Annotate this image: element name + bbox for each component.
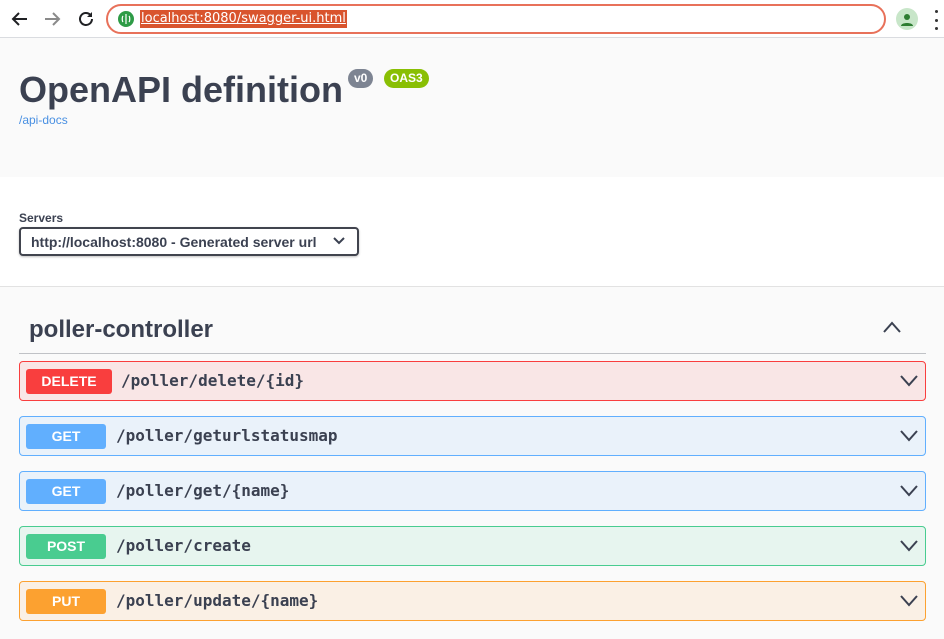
forward-button[interactable] — [40, 7, 64, 31]
chevron-down-icon[interactable] — [899, 429, 919, 443]
chevron-down-icon[interactable] — [899, 539, 919, 553]
operation-put-update[interactable]: PUT /poller/update/{name} — [19, 581, 926, 621]
oas-badge: OAS3 — [384, 69, 429, 88]
chevron-up-icon[interactable] — [882, 320, 902, 334]
server-select-value: http://localhost:8080 - Generated server… — [31, 234, 317, 250]
arrow-left-icon — [11, 12, 27, 26]
chevron-down-icon[interactable] — [899, 594, 919, 608]
site-info-icon[interactable] — [118, 11, 134, 27]
api-info: OpenAPI definition v0 OAS3 /api-docs — [0, 39, 944, 177]
address-bar[interactable]: localhost:8080/swagger-ui.html — [106, 4, 886, 34]
browser-toolbar: localhost:8080/swagger-ui.html — [0, 0, 944, 38]
operation-path: /poller/delete/{id} — [121, 371, 305, 390]
chevron-down-icon[interactable] — [899, 484, 919, 498]
servers-label: Servers — [19, 211, 64, 225]
operation-path: /poller/update/{name} — [116, 591, 319, 610]
method-badge: PUT — [26, 589, 106, 614]
api-docs-link[interactable]: /api-docs — [19, 113, 68, 127]
method-badge: DELETE — [26, 369, 112, 394]
reload-button[interactable] — [74, 7, 98, 31]
version-badge: v0 — [348, 69, 374, 88]
servers-section: Servers http://localhost:8080 - Generate… — [0, 177, 944, 287]
method-badge: POST — [26, 534, 106, 559]
operation-get-poller-by-name[interactable]: GET /poller/get/{name} — [19, 471, 926, 511]
operation-get-urlstatusmap[interactable]: GET /poller/geturlstatusmap — [19, 416, 926, 456]
operation-path: /poller/create — [116, 536, 251, 555]
tag-header[interactable]: poller-controller — [19, 304, 926, 354]
chevron-down-icon — [333, 237, 345, 245]
chevron-down-icon[interactable] — [899, 374, 919, 388]
operation-path: /poller/geturlstatusmap — [116, 426, 338, 445]
back-button[interactable] — [8, 7, 32, 31]
kebab-menu-icon[interactable] — [932, 10, 940, 30]
tag-name: poller-controller — [29, 316, 214, 343]
arrow-right-icon — [45, 12, 61, 26]
operation-path: /poller/get/{name} — [116, 481, 290, 500]
operation-delete-poller[interactable]: DELETE /poller/delete/{id} — [19, 361, 926, 401]
operation-post-create[interactable]: POST /poller/create — [19, 526, 926, 566]
method-badge: GET — [26, 479, 106, 504]
page-title: OpenAPI definition — [19, 69, 343, 110]
profile-icon[interactable] — [896, 8, 918, 30]
method-badge: GET — [26, 424, 106, 449]
url-text[interactable]: localhost:8080/swagger-ui.html — [140, 10, 347, 28]
server-select[interactable]: http://localhost:8080 - Generated server… — [19, 227, 359, 256]
reload-icon — [79, 12, 93, 26]
